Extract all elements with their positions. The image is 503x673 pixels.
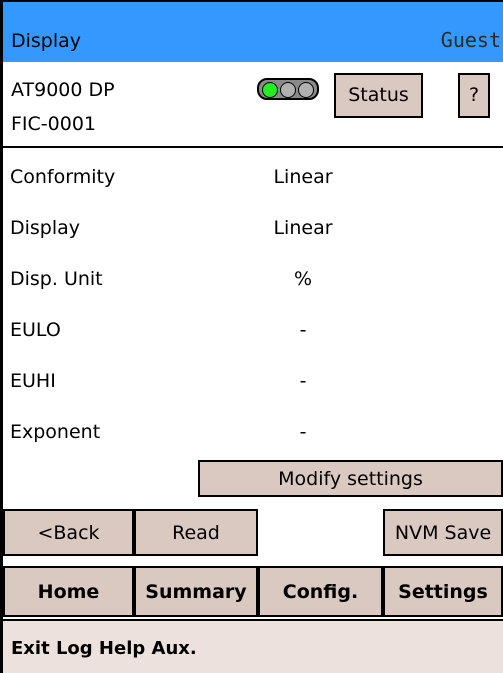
param-row-exponent: Exponent - xyxy=(3,413,503,463)
param-value: - xyxy=(299,319,307,341)
nvm-save-button-label: NVM Save xyxy=(394,522,492,544)
tab-config-label: Config. xyxy=(282,581,359,603)
param-label: Exponent xyxy=(10,421,101,443)
tab-settings-label: Settings xyxy=(398,581,488,603)
led-1-icon xyxy=(262,82,278,98)
modify-settings-label: Modify settings xyxy=(278,468,423,490)
param-label: Conformity xyxy=(10,166,116,188)
back-button-label: <Back xyxy=(37,522,100,544)
bottom-menu-bar[interactable]: Exit Log Help Aux. xyxy=(3,619,503,673)
status-button[interactable]: Status xyxy=(334,73,423,118)
tab-summary[interactable]: Summary xyxy=(134,566,258,617)
param-label: EULO xyxy=(10,319,61,341)
read-button[interactable]: Read xyxy=(134,509,258,556)
param-row-display: Display Linear xyxy=(3,209,503,259)
status-button-label: Status xyxy=(348,84,409,106)
param-row-euhi: EUHI - xyxy=(3,362,503,412)
user-label: Guest xyxy=(440,28,501,52)
read-button-label: Read xyxy=(172,522,220,544)
menu-items-label: Exit Log Help Aux. xyxy=(11,638,197,659)
param-value: Linear xyxy=(273,217,333,239)
led-3-icon xyxy=(298,82,314,98)
back-button[interactable]: <Back xyxy=(3,509,134,556)
nvm-save-button[interactable]: NVM Save xyxy=(383,509,503,556)
title-bar: Display Guest xyxy=(3,0,503,62)
param-row-eulo: EULO - xyxy=(3,311,503,361)
tab-config[interactable]: Config. xyxy=(258,566,383,617)
help-button-label: ? xyxy=(468,84,480,106)
param-value: - xyxy=(299,370,307,392)
param-row-conformity: Conformity Linear xyxy=(3,158,503,208)
tab-home-label: Home xyxy=(37,581,100,603)
tab-summary-label: Summary xyxy=(145,581,247,603)
param-row-disp-unit: Disp. Unit % xyxy=(3,260,503,310)
device-model: AT9000 DP xyxy=(11,79,115,101)
page-title: Display xyxy=(11,30,82,52)
param-value: % xyxy=(293,268,313,290)
tab-home[interactable]: Home xyxy=(3,566,134,617)
param-value: Linear xyxy=(273,166,333,188)
led-2-icon xyxy=(280,82,296,98)
param-value: - xyxy=(299,421,307,443)
status-led-icon xyxy=(257,78,319,100)
tab-settings[interactable]: Settings xyxy=(383,566,503,617)
param-label: Disp. Unit xyxy=(10,268,103,290)
device-tag: FIC-0001 xyxy=(11,113,97,135)
device-header: AT9000 DP FIC-0001 Status ? xyxy=(3,62,503,148)
param-label: Display xyxy=(10,217,81,239)
param-label: EUHI xyxy=(10,370,56,392)
modify-settings-button[interactable]: Modify settings xyxy=(198,460,503,497)
help-button[interactable]: ? xyxy=(458,73,490,118)
